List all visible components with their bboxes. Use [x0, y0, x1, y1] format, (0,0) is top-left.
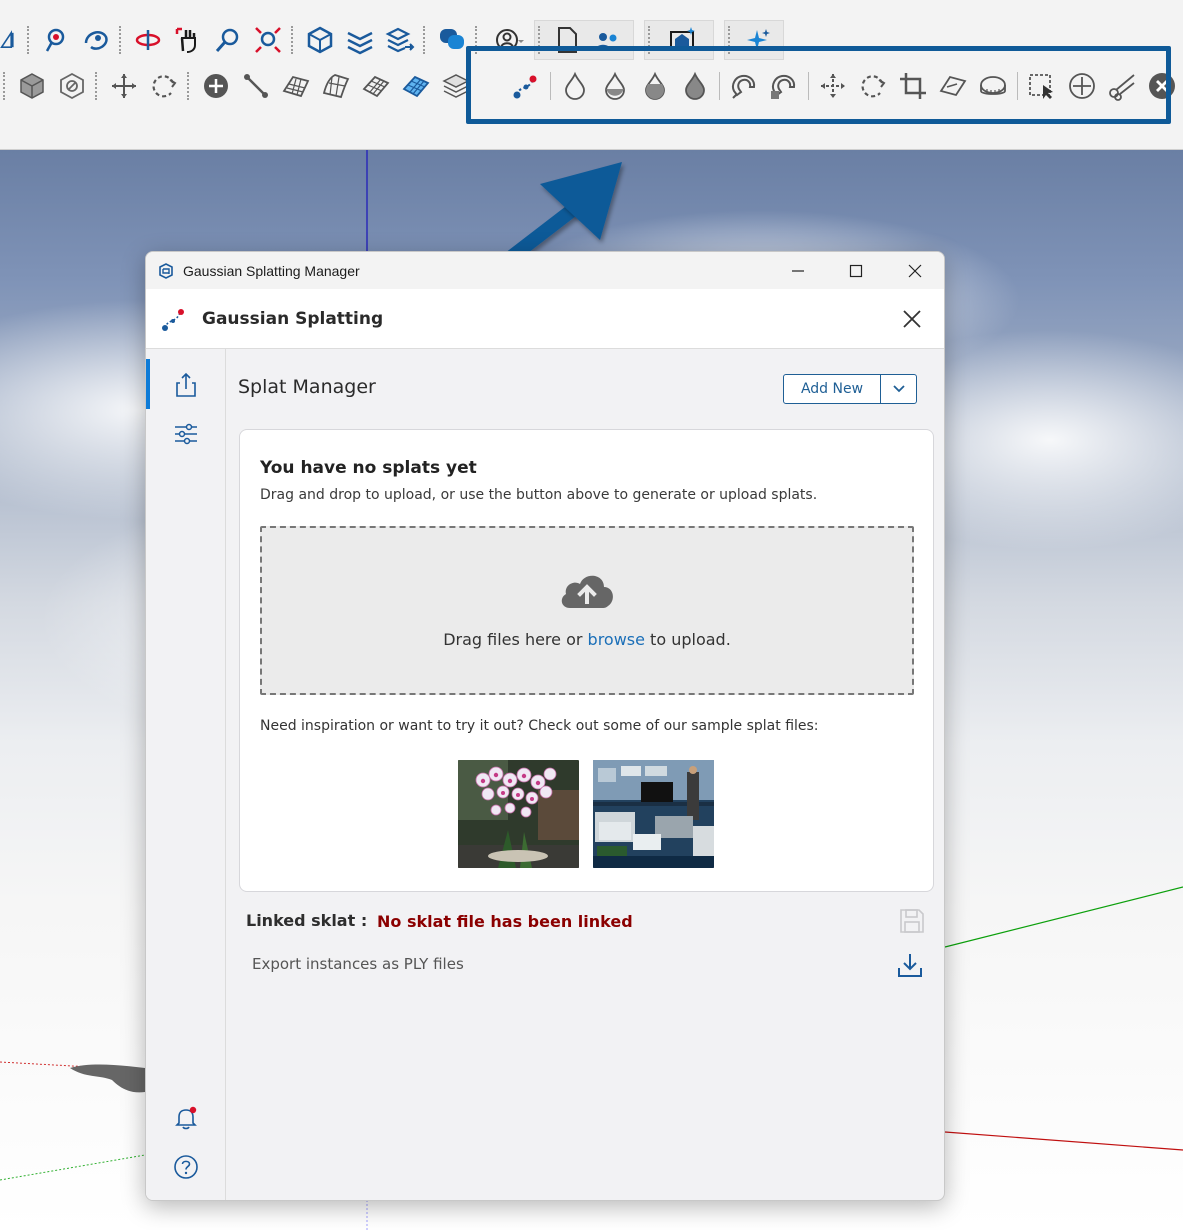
toolbar-grip[interactable] — [291, 26, 297, 54]
notification-bell-icon — [175, 1106, 197, 1130]
header-title: Gaussian Splatting — [202, 308, 384, 329]
help-icon — [174, 1155, 198, 1179]
line-tool-icon[interactable] — [236, 66, 276, 106]
dialog-header: Gaussian Splatting — [146, 289, 944, 349]
component-cube-icon[interactable] — [300, 20, 340, 60]
section-title: Splat Manager — [238, 376, 376, 398]
close-icon — [908, 264, 922, 277]
minimize-button[interactable] — [769, 252, 827, 289]
maximize-button[interactable] — [827, 252, 885, 289]
gaussian-splatting-dialog: Gaussian Splatting Manager Gaussian Spla… — [145, 251, 945, 1201]
toolbar-grip[interactable] — [3, 72, 9, 100]
window-close-button[interactable] — [886, 252, 944, 289]
mesh-surface-icon[interactable] — [276, 66, 316, 106]
minimize-icon — [792, 269, 804, 272]
orchid-sample-thumbnail[interactable] — [458, 760, 579, 868]
side-rail — [146, 349, 226, 1200]
layers-stack-icon[interactable] — [340, 20, 380, 60]
orbit-icon[interactable] — [128, 20, 168, 60]
export-ply-row: Export instances as PLY files — [252, 951, 924, 983]
gaussian-splatting-logo-icon — [162, 308, 184, 331]
pan-hand-icon[interactable] — [168, 20, 208, 60]
solid-cube-icon[interactable] — [12, 66, 52, 106]
dropzone-text-suffix: to upload. — [644, 630, 731, 649]
sketchup-logo-icon — [159, 262, 173, 279]
move-arrows-icon[interactable] — [104, 66, 144, 106]
empty-state-card: You have no splats yet Drag and drop to … — [239, 429, 934, 892]
living-room-sample-thumbnail[interactable] — [593, 760, 714, 868]
toolbar-grip[interactable] — [27, 26, 33, 54]
toolbar-grip[interactable] — [95, 72, 101, 100]
empty-state-subtitle: Drag and drop to upload, or use the butt… — [260, 487, 818, 503]
linked-sklat-row: Linked sklat : No sklat file has been li… — [246, 907, 926, 937]
empty-state-title: You have no splats yet — [260, 458, 477, 478]
cloud-upload-icon — [561, 575, 613, 608]
window-titlebar[interactable]: Gaussian Splatting Manager — [146, 252, 944, 289]
inspiration-text: Need inspiration or want to try it out? … — [260, 718, 819, 734]
dropzone-text: Drag files here or browse to upload. — [262, 630, 912, 649]
settings-sliders-icon — [175, 423, 197, 445]
mesh-grid-icon[interactable] — [356, 66, 396, 106]
linked-sklat-status: No sklat file has been linked — [377, 912, 633, 931]
toolbar-grip[interactable] — [119, 26, 125, 54]
add-new-button[interactable]: Add New — [784, 375, 880, 403]
rotate-icon[interactable] — [144, 66, 184, 106]
dropzone-text-prefix: Drag files here or — [443, 630, 588, 649]
zoom-icon[interactable] — [208, 20, 248, 60]
add-new-split-button: Add New — [783, 374, 917, 404]
export-ply-label: Export instances as PLY files — [252, 955, 464, 973]
position-camera-icon[interactable] — [36, 20, 76, 60]
rail-upload-button[interactable] — [146, 361, 226, 409]
zoom-extents-icon[interactable] — [248, 20, 288, 60]
rail-settings-button[interactable] — [146, 410, 226, 458]
rail-notifications-button[interactable] — [146, 1094, 226, 1142]
maximize-icon — [849, 264, 863, 277]
toolbar-highlight-box — [466, 46, 1171, 124]
splat-manager-panel: Splat Manager Add New You have no splats… — [227, 349, 944, 1200]
add-circle-icon[interactable] — [196, 66, 236, 106]
toolbar-grip[interactable] — [187, 72, 193, 100]
chevron-down-icon — [892, 385, 905, 393]
rail-help-button[interactable] — [146, 1143, 226, 1191]
look-around-icon[interactable] — [76, 20, 116, 60]
mesh-curved-icon[interactable] — [316, 66, 356, 106]
toolbar-grip[interactable] — [423, 26, 429, 54]
file-dropzone[interactable]: Drag files here or browse to upload. — [260, 526, 914, 695]
upload-icon — [176, 372, 196, 397]
section-plane-icon[interactable] — [0, 20, 24, 60]
layers-export-icon[interactable] — [380, 20, 420, 60]
panel-close-button[interactable] — [900, 307, 924, 331]
window-title: Gaussian Splatting Manager — [183, 262, 360, 279]
add-new-dropdown-button[interactable] — [880, 375, 916, 403]
app-toolbar-area — [0, 0, 1183, 150]
download-icon[interactable] — [896, 951, 924, 979]
mesh-blue-icon[interactable] — [396, 66, 436, 106]
linked-sklat-label: Linked sklat : — [246, 911, 368, 930]
browse-link[interactable]: browse — [588, 630, 645, 649]
orchid-sample-image — [458, 760, 579, 868]
hidden-cube-icon[interactable] — [52, 66, 92, 106]
living-room-sample-image — [593, 760, 714, 868]
save-disk-icon[interactable] — [898, 907, 926, 935]
